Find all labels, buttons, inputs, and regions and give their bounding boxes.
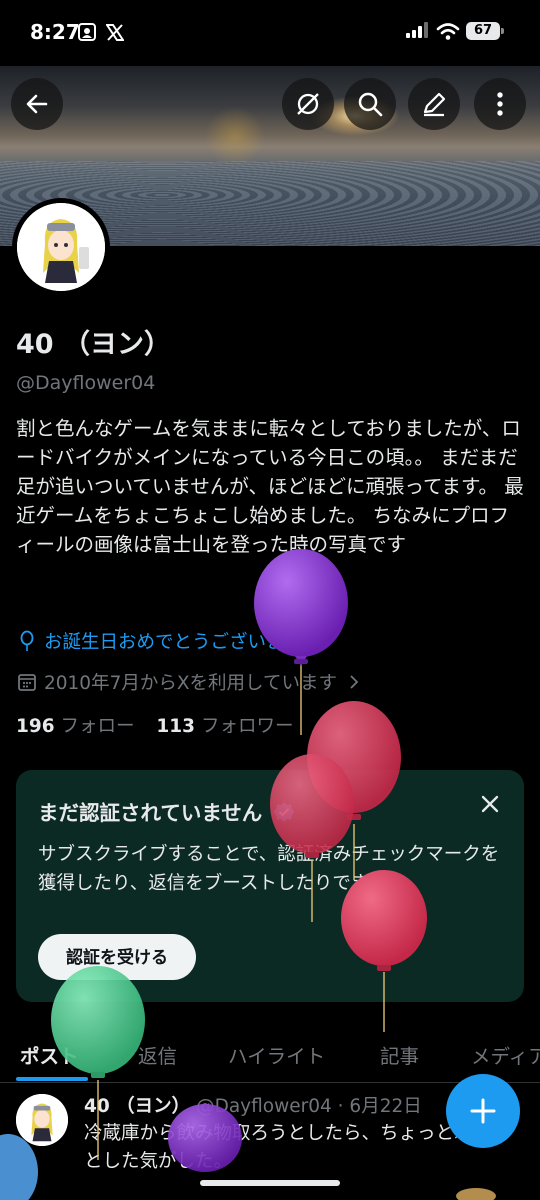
compose-button[interactable] bbox=[446, 1074, 520, 1148]
verify-title-text: まだ認証されていません bbox=[38, 801, 263, 825]
avatar-image bbox=[17, 203, 105, 291]
profile-bio: 割と色んなゲームを気ままに転々としておりましたが、ロードバイクがメインになってい… bbox=[16, 417, 524, 556]
tab-replies[interactable]: 返信 bbox=[138, 1040, 177, 1069]
battery-indicator: 67 bbox=[466, 22, 504, 40]
tab-highlights[interactable]: ハイライト bbox=[228, 1040, 325, 1069]
home-indicator[interactable] bbox=[200, 1180, 340, 1186]
follow-stats: 196 フォロー 113 フォロワー bbox=[16, 712, 293, 738]
pencil-icon bbox=[423, 92, 446, 117]
more-button[interactable] bbox=[474, 78, 526, 130]
post-separator: · bbox=[337, 1096, 344, 1117]
lens-flare bbox=[205, 106, 265, 166]
wifi-icon bbox=[436, 23, 460, 40]
edit-button[interactable] bbox=[408, 78, 460, 130]
joined-row: 2010年7月からXを利用しています bbox=[16, 669, 363, 695]
following-link[interactable]: 196 フォロー bbox=[16, 716, 135, 737]
search-button[interactable] bbox=[344, 78, 396, 130]
active-tab-indicator bbox=[16, 1077, 88, 1081]
close-icon bbox=[481, 795, 499, 813]
following-count: 196 bbox=[16, 716, 55, 737]
arrow-left-icon bbox=[26, 94, 48, 114]
tab-articles[interactable]: 記事 bbox=[380, 1040, 419, 1069]
notification-app-icon bbox=[78, 23, 96, 41]
back-button[interactable] bbox=[11, 78, 63, 130]
birthday-row: お誕生日おめでとうございます。 bbox=[16, 628, 320, 654]
verified-badge-icon bbox=[273, 802, 295, 822]
status-time: 8:27 bbox=[30, 20, 80, 44]
tab-posts[interactable]: ポスト bbox=[20, 1040, 79, 1069]
post-avatar[interactable] bbox=[16, 1094, 68, 1146]
post-date[interactable]: 6月22日 bbox=[349, 1096, 421, 1117]
profile-name: 40 （ヨン） bbox=[16, 329, 171, 360]
search-icon bbox=[358, 92, 383, 117]
post-header: 40 （ヨン） @Dayflower04 · 6月22日 bbox=[84, 1092, 422, 1118]
chevron-right-icon bbox=[350, 675, 359, 689]
cellular-signal-icon bbox=[406, 22, 428, 38]
post-author-handle: @Dayflower04 bbox=[196, 1096, 332, 1117]
more-vertical-icon bbox=[497, 92, 503, 116]
close-button[interactable] bbox=[476, 790, 504, 818]
mute-button[interactable] bbox=[282, 78, 334, 130]
get-verified-button[interactable]: 認証を受ける bbox=[38, 934, 196, 980]
following-label: フォロー bbox=[60, 716, 135, 737]
followers-count: 113 bbox=[156, 716, 196, 737]
joined-text[interactable]: 2010年7月からXを利用しています bbox=[44, 669, 337, 695]
profile-tabs: ポスト 返信 ハイライト 記事 メディア bbox=[0, 1030, 540, 1083]
profile-avatar[interactable] bbox=[12, 198, 110, 296]
circle-slash-icon bbox=[297, 93, 319, 115]
profile-handle: @Dayflower04 bbox=[16, 372, 156, 394]
status-bar: 8:27 67 bbox=[0, 0, 540, 66]
verification-card: まだ認証されていません サブスクライブすることで、認証済みチェックマークを獲得し… bbox=[16, 770, 524, 1002]
followers-link[interactable]: 113 フォロワー bbox=[156, 716, 293, 737]
calendar-icon bbox=[18, 674, 36, 691]
plus-icon bbox=[470, 1098, 496, 1124]
verify-card-body: サブスクライブすることで、認証済みチェックマークを獲得したり、返信をブーストした… bbox=[38, 844, 500, 894]
balloon-icon bbox=[20, 630, 34, 651]
followers-label: フォロワー bbox=[200, 716, 294, 737]
tab-media[interactable]: メディア bbox=[471, 1040, 540, 1069]
verify-card-title: まだ認証されていません bbox=[38, 796, 295, 826]
post-author-name[interactable]: 40 （ヨン） bbox=[84, 1096, 190, 1117]
x-logo-icon bbox=[106, 24, 124, 41]
birthday-text[interactable]: お誕生日おめでとうございます。 bbox=[44, 628, 320, 654]
